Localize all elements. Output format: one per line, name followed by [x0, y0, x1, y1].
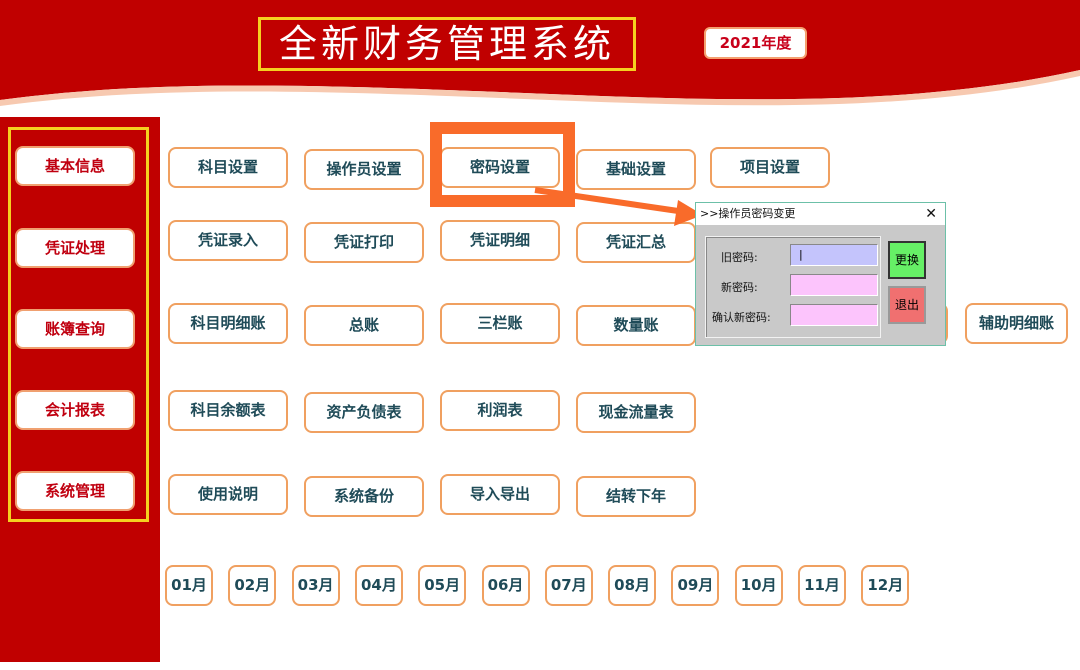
function-button[interactable]: 基础设置 [576, 149, 696, 190]
function-button[interactable]: 使用说明 [168, 474, 288, 515]
password-group: 旧密码: | 新密码: 确认新密码: [705, 236, 881, 338]
month-button[interactable]: 11月 [798, 565, 846, 606]
function-button[interactable]: 项目设置 [710, 147, 830, 188]
confirm-password-label: 确认新密码: [712, 309, 771, 325]
highlight-box [430, 122, 575, 207]
new-password-input[interactable] [790, 274, 878, 296]
function-button[interactable]: 辅助明细账 [965, 303, 1068, 344]
sidebar-item[interactable]: 账簿查询 [15, 309, 135, 349]
month-button[interactable]: 02月 [228, 565, 276, 606]
month-button[interactable]: 12月 [861, 565, 909, 606]
sidebar-item[interactable]: 会计报表 [15, 390, 135, 430]
year-badge[interactable]: 2021年度 [704, 27, 807, 59]
month-button[interactable]: 10月 [735, 565, 783, 606]
function-button[interactable]: 导入导出 [440, 474, 560, 515]
function-button[interactable]: 凭证打印 [304, 222, 424, 263]
function-button[interactable]: 现金流量表 [576, 392, 696, 433]
function-button[interactable]: 凭证明细 [440, 220, 560, 261]
month-button[interactable]: 09月 [671, 565, 719, 606]
function-button[interactable]: 数量账 [576, 305, 696, 346]
close-icon[interactable]: ✕ [925, 203, 937, 225]
month-button[interactable]: 04月 [355, 565, 403, 606]
sidebar-item[interactable]: 凭证处理 [15, 228, 135, 268]
new-password-label: 新密码: [721, 279, 758, 295]
old-password-input[interactable]: | [790, 244, 878, 266]
function-button[interactable]: 利润表 [440, 390, 560, 431]
month-button[interactable]: 05月 [418, 565, 466, 606]
function-button[interactable]: 科目余额表 [168, 390, 288, 431]
old-password-label: 旧密码: [721, 249, 758, 265]
confirm-password-input[interactable] [790, 304, 878, 326]
password-change-dialog: >>操作员密码变更 ✕ 旧密码: | 新密码: 确认新密码: 更换 退出 [695, 202, 946, 346]
function-button[interactable]: 资产负债表 [304, 392, 424, 433]
function-button[interactable]: 凭证汇总 [576, 222, 696, 263]
month-button[interactable]: 01月 [165, 565, 213, 606]
dialog-title: >>操作员密码变更 [700, 207, 795, 220]
dialog-titlebar: >>操作员密码变更 ✕ [696, 203, 945, 225]
function-button[interactable]: 总账 [304, 305, 424, 346]
month-button[interactable]: 08月 [608, 565, 656, 606]
sidebar-item[interactable]: 基本信息 [15, 146, 135, 186]
function-button[interactable]: 操作员设置 [304, 149, 424, 190]
change-button[interactable]: 更换 [888, 241, 926, 279]
sidebar-item[interactable]: 系统管理 [15, 471, 135, 511]
function-button[interactable]: 科目明细账 [168, 303, 288, 344]
month-button[interactable]: 07月 [545, 565, 593, 606]
month-button[interactable]: 03月 [292, 565, 340, 606]
function-button[interactable]: 三栏账 [440, 303, 560, 344]
exit-button[interactable]: 退出 [888, 286, 926, 324]
app-title: 全新财务管理系统 [258, 17, 636, 71]
month-button[interactable]: 06月 [482, 565, 530, 606]
function-button[interactable]: 系统备份 [304, 476, 424, 517]
function-button[interactable]: 结转下年 [576, 476, 696, 517]
function-button[interactable]: 凭证录入 [168, 220, 288, 261]
function-button[interactable]: 科目设置 [168, 147, 288, 188]
